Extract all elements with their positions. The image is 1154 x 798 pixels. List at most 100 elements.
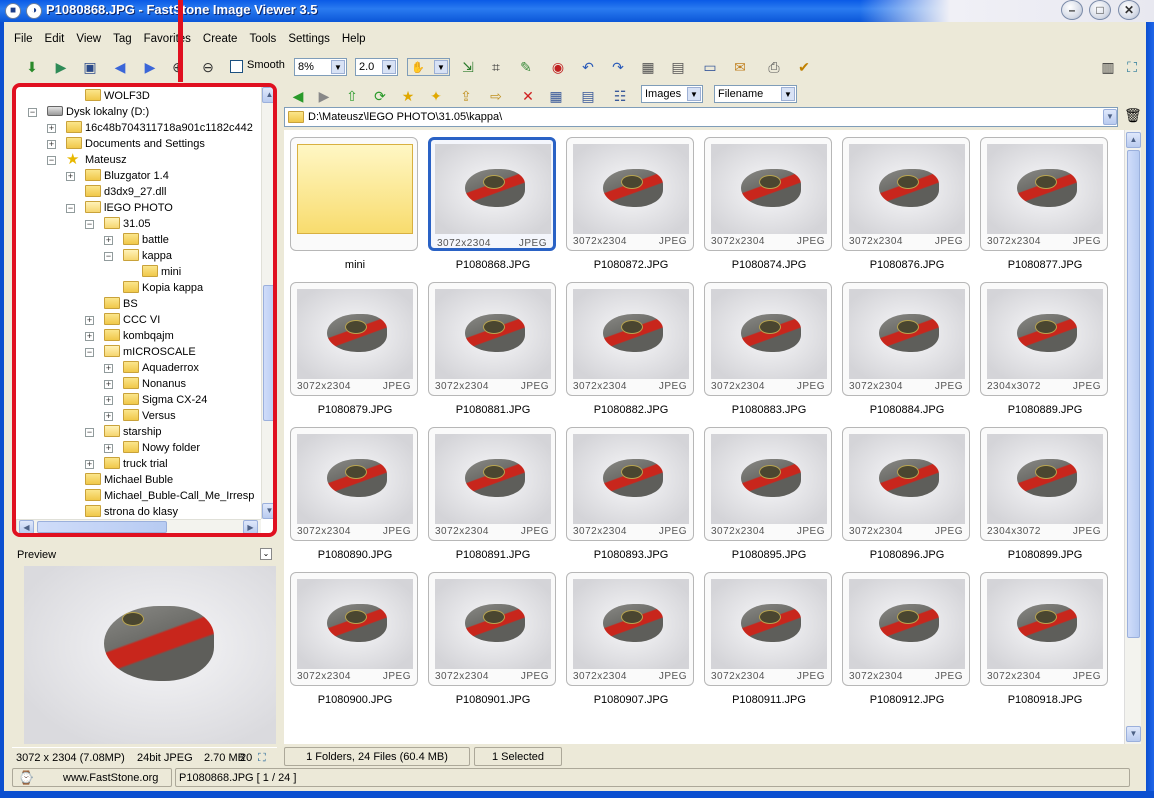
fullscreen-icon[interactable]: ⛶ — [1122, 57, 1142, 77]
thumbnail-item[interactable]: 3072x2304 JPEG P1080877.JPG — [976, 131, 1108, 276]
scroll-right-icon[interactable]: ▶ — [243, 520, 258, 533]
tree-item[interactable]: Michael Buble — [16, 472, 173, 488]
menu-favorites[interactable]: Favorites — [138, 30, 197, 50]
menu-edit[interactable]: Edit — [39, 30, 71, 50]
thumbnail-item[interactable]: 3072x2304 JPEG P1080891.JPG — [424, 421, 556, 566]
list-view-icon[interactable]: ▤ — [578, 86, 598, 106]
thumbnail-item[interactable]: 3072x2304 JPEG P1080884.JPG — [838, 276, 970, 421]
maximize-button[interactable]: □ — [1089, 0, 1111, 20]
open-folder-icon[interactable]: ▶ — [51, 57, 71, 77]
thumbnail-item[interactable]: 2304x3072 JPEG P1080889.JPG — [976, 276, 1108, 421]
details-view-icon[interactable]: ▦ — [546, 86, 566, 106]
expand-icon[interactable]: + — [85, 332, 94, 341]
zoom-out-icon[interactable]: ⊖ — [198, 57, 218, 77]
thumbnail-item[interactable]: 3072x2304 JPEG P1080893.JPG — [562, 421, 694, 566]
expand-icon[interactable]: + — [85, 460, 94, 469]
tree-item[interactable]: + Sigma CX-24 — [16, 392, 207, 408]
forward-icon[interactable]: ▶ — [314, 86, 334, 106]
thumbnail-item[interactable]: 3072x2304 JPEG P1080918.JPG — [976, 566, 1108, 711]
tree-horizontal-scrollbar[interactable]: ◀ ▶ — [16, 519, 261, 533]
expand-icon[interactable]: + — [47, 124, 56, 133]
recycle-bin-icon[interactable]: 🗑 — [1124, 107, 1142, 124]
menu-file[interactable]: File — [8, 30, 39, 50]
tree-item[interactable]: + Bluzgator 1.4 — [16, 168, 169, 184]
hand-tool-combo[interactable]: ✋ ▼ — [407, 58, 450, 76]
thumbnail-item[interactable]: 3072x2304 JPEG P1080883.JPG — [700, 276, 832, 421]
collapse-icon[interactable]: − — [28, 108, 37, 117]
zoom-combo[interactable]: 8% ▼ — [294, 58, 347, 76]
tree-item[interactable]: + CCC VI — [16, 312, 160, 328]
menu-settings[interactable]: Settings — [282, 30, 336, 50]
path-bar[interactable]: D:\Mateusz\lEGO PHOTO\31.05\kappa\ ▼ — [284, 107, 1118, 127]
new-folder-icon[interactable]: ✦ — [426, 86, 446, 106]
thumbnail-item[interactable]: 3072x2304 JPEG P1080874.JPG — [700, 131, 832, 276]
thumbnail-item[interactable]: 3072x2304 JPEG P1080901.JPG — [424, 566, 556, 711]
tree-item[interactable]: − starship — [16, 424, 162, 440]
website-link[interactable]: www.FastStone.org — [12, 768, 172, 787]
tree-item[interactable]: + truck trial — [16, 456, 168, 472]
thumbnail-item[interactable]: 3072x2304 JPEG P1080882.JPG — [562, 276, 694, 421]
expand-icon[interactable]: + — [104, 236, 113, 245]
rotate-left-icon[interactable]: ↶ — [578, 57, 598, 77]
thumbnail-item[interactable]: 2304x3072 JPEG P1080899.JPG — [976, 421, 1108, 566]
resize-icon[interactable]: ⇲ — [458, 57, 478, 77]
ratio-combo[interactable]: 2.0 ▼ — [355, 58, 398, 76]
thumbnail-item[interactable]: 3072x2304 JPEG P1080879.JPG — [286, 276, 418, 421]
layout-icon[interactable]: ▥ — [1098, 57, 1118, 77]
copy-to-icon[interactable]: ⇪ — [456, 86, 476, 106]
menu-help[interactable]: Help — [336, 30, 372, 50]
open-icon[interactable]: ⬇ — [22, 57, 42, 77]
tree-item[interactable]: + Documents and Settings — [16, 136, 205, 152]
settings-icon[interactable]: ✔ — [794, 57, 814, 77]
thumbnail-item[interactable]: 3072x2304 JPEG P1080907.JPG — [562, 566, 694, 711]
favorite-star-icon[interactable]: ★ — [398, 86, 418, 106]
draw-icon[interactable]: ✎ — [516, 57, 536, 77]
tree-item[interactable]: WOLF3D — [16, 88, 150, 104]
expand-icon[interactable]: + — [104, 444, 113, 453]
tree-item[interactable]: + Aquaderrox — [16, 360, 199, 376]
rotate-right-icon[interactable]: ↷ — [608, 57, 628, 77]
tree-hscroll-thumb[interactable] — [37, 521, 167, 533]
print-icon[interactable]: ⎙ — [764, 57, 784, 77]
thumbnail-item[interactable]: 3072x2304 JPEG P1080872.JPG — [562, 131, 694, 276]
collapse-icon[interactable]: − — [66, 204, 75, 213]
previous-icon[interactable]: ◀ — [110, 57, 130, 77]
collapse-icon[interactable]: − — [85, 428, 94, 437]
expand-icon[interactable]: + — [66, 172, 75, 181]
tree-item[interactable]: − Dysk lokalny (D:) — [16, 104, 149, 120]
tree-item[interactable]: + kombqajm — [16, 328, 174, 344]
scroll-left-icon[interactable]: ◀ — [19, 520, 34, 533]
tree-item[interactable]: + Nonanus — [16, 376, 186, 392]
scroll-down-icon[interactable]: ▼ — [262, 503, 273, 519]
minimize-button[interactable]: – — [1061, 0, 1083, 20]
collapse-icon[interactable]: − — [47, 156, 56, 165]
scroll-down-icon[interactable]: ▼ — [1126, 726, 1141, 742]
tree-item[interactable]: mini — [16, 264, 181, 280]
expand-icon[interactable]: + — [104, 364, 113, 373]
tree-item[interactable]: − mICROSCALE — [16, 344, 196, 360]
thumbnail-item[interactable]: 3072x2304 JPEG P1080911.JPG — [700, 566, 832, 711]
tree-item[interactable]: − 31.05 — [16, 216, 151, 232]
thumbnail-item[interactable]: 3072x2304 JPEG P1080912.JPG — [838, 566, 970, 711]
menu-tools[interactable]: Tools — [243, 30, 282, 50]
scroll-up-icon[interactable]: ▲ — [1126, 132, 1141, 148]
filmstrip-icon[interactable]: ▤ — [668, 57, 688, 77]
crop-icon[interactable]: ⌗ — [486, 57, 506, 77]
collapse-icon[interactable]: − — [104, 252, 113, 261]
grid-scroll-thumb[interactable] — [1127, 150, 1140, 638]
red-eye-icon[interactable]: ◉ — [548, 57, 568, 77]
next-icon[interactable]: ▶ — [140, 57, 160, 77]
system-menu-icon[interactable]: ■ — [5, 3, 21, 19]
tree-item[interactable]: − lEGO PHOTO — [16, 200, 173, 216]
up-folder-icon[interactable]: ⇧ — [342, 86, 362, 106]
tree-item[interactable]: BS — [16, 296, 138, 312]
folder-tree[interactable]: WOLF3D − Dysk lokalny (D:) +16c48b704311718… — [16, 87, 260, 519]
thumbnail-item[interactable]: 3072x2304 JPEG P1080876.JPG — [838, 131, 970, 276]
scroll-up-icon[interactable]: ▲ — [262, 87, 273, 103]
tree-item[interactable]: + Nowy folder — [16, 440, 200, 456]
app-icon[interactable]: ◑ — [26, 3, 42, 19]
sort-combo[interactable]: Filename ▼ — [714, 85, 797, 103]
close-button[interactable]: ✕ — [1118, 0, 1140, 20]
collapse-icon[interactable]: − — [85, 348, 94, 357]
smooth-checkbox[interactable] — [230, 60, 243, 73]
